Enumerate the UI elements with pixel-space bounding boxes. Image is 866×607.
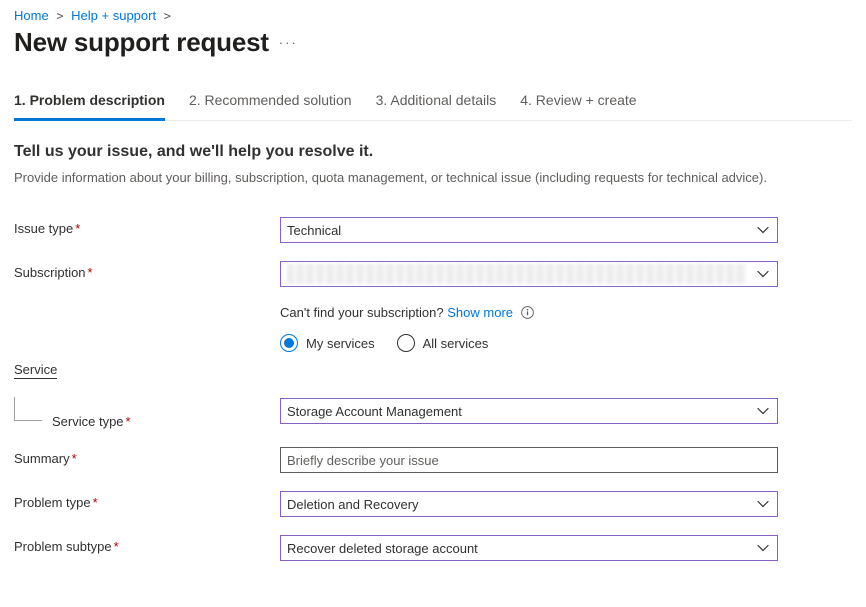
summary-input[interactable] xyxy=(287,448,771,472)
summary-input-wrap xyxy=(280,447,778,473)
tab-recommended-solution[interactable]: 2. Recommended solution xyxy=(189,86,352,121)
more-options-button[interactable]: ··· xyxy=(279,35,298,50)
required-asterisk: * xyxy=(93,495,98,510)
page-title: New support request xyxy=(14,27,269,58)
service-label: Service xyxy=(14,362,57,379)
tab-review-create[interactable]: 4. Review + create xyxy=(520,86,636,121)
section-heading: Tell us your issue, and we'll help you r… xyxy=(14,143,852,161)
problem-subtype-value: Recover deleted storage account xyxy=(287,541,478,556)
problem-subtype-select[interactable]: Recover deleted storage account xyxy=(280,535,778,561)
subscription-label: Subscription xyxy=(14,265,86,280)
required-asterisk: * xyxy=(75,221,80,236)
required-asterisk: * xyxy=(114,539,119,554)
info-icon[interactable] xyxy=(521,306,534,319)
wizard-tabs: 1. Problem description 2. Recommended so… xyxy=(14,86,852,121)
problem-type-value: Deletion and Recovery xyxy=(287,497,419,512)
problem-type-label: Problem type xyxy=(14,495,91,510)
tab-additional-details[interactable]: 3. Additional details xyxy=(376,86,497,121)
radio-my-services[interactable]: My services xyxy=(280,334,375,352)
chevron-down-icon xyxy=(757,268,769,280)
required-asterisk: * xyxy=(88,265,93,280)
subscription-select[interactable] xyxy=(280,261,778,287)
summary-label: Summary xyxy=(14,451,70,466)
issue-type-select[interactable]: Technical xyxy=(280,217,778,243)
issue-type-value: Technical xyxy=(287,223,341,238)
problem-subtype-label: Problem subtype xyxy=(14,539,112,554)
required-asterisk: * xyxy=(72,451,77,466)
chevron-right-icon: > xyxy=(52,9,67,23)
chevron-down-icon xyxy=(757,542,769,554)
chevron-down-icon xyxy=(757,405,769,417)
service-type-value: Storage Account Management xyxy=(287,404,462,419)
breadcrumb: Home > Help + support > xyxy=(14,8,852,23)
breadcrumb-help-support[interactable]: Help + support xyxy=(71,8,156,23)
service-type-label: Service type xyxy=(52,414,124,429)
chevron-down-icon xyxy=(757,498,769,510)
radio-all-services[interactable]: All services xyxy=(397,334,489,352)
tab-problem-description[interactable]: 1. Problem description xyxy=(14,86,165,121)
chevron-down-icon xyxy=(757,224,769,236)
service-type-select[interactable]: Storage Account Management xyxy=(280,398,778,424)
subscription-show-more-link[interactable]: Show more xyxy=(447,305,513,320)
radio-all-services-label: All services xyxy=(423,336,489,351)
chevron-right-icon: > xyxy=(160,9,175,23)
problem-type-select[interactable]: Deletion and Recovery xyxy=(280,491,778,517)
issue-type-label: Issue type xyxy=(14,221,73,236)
subscription-helper-text: Can't find your subscription? xyxy=(280,305,444,320)
section-description: Provide information about your billing, … xyxy=(14,169,852,187)
required-asterisk: * xyxy=(126,414,131,429)
radio-my-services-label: My services xyxy=(306,336,375,351)
service-scope-radios: My services All services xyxy=(280,334,778,352)
tree-indent-line xyxy=(14,397,42,421)
redacted-value xyxy=(287,264,747,284)
breadcrumb-home[interactable]: Home xyxy=(14,8,49,23)
